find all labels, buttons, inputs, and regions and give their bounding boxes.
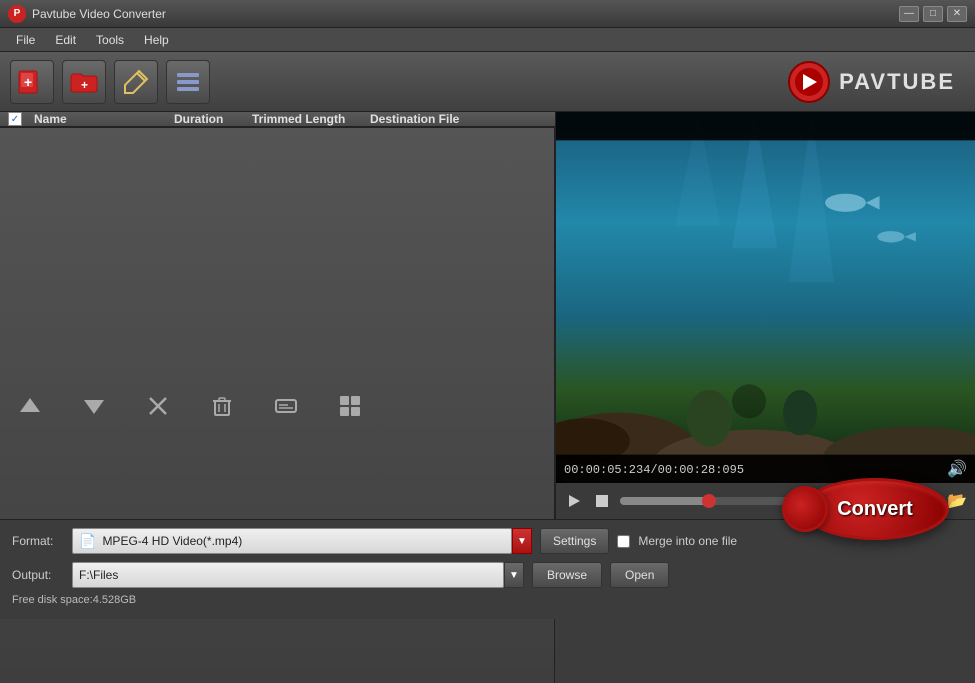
- format-icon: 📄: [79, 533, 96, 550]
- toolbar: + + PAVTUBE: [0, 52, 975, 112]
- minimize-button[interactable]: —: [899, 6, 919, 22]
- file-list-header: ✓ Name Duration Trimmed Length Destinati…: [0, 112, 555, 127]
- header-check: ✓: [0, 112, 30, 126]
- output-path[interactable]: F:\Files: [72, 562, 504, 588]
- menu-tools[interactable]: Tools: [88, 31, 132, 49]
- play-button[interactable]: [564, 493, 584, 509]
- remove-button[interactable]: [144, 392, 172, 420]
- title-left: P Pavtube Video Converter: [8, 5, 166, 23]
- select-all-checkbox[interactable]: ✓: [8, 112, 22, 126]
- video-preview: 00:00:05:234/00:00:28:095 🔊: [556, 112, 975, 483]
- menu-bar: File Edit Tools Help: [0, 28, 975, 52]
- output-dropdown-button[interactable]: ▼: [504, 562, 524, 588]
- format-dropdown-button[interactable]: ▼: [512, 528, 532, 554]
- header-duration: Duration: [170, 112, 248, 126]
- merge-label: Merge into one file: [638, 534, 737, 548]
- video-panel: 00:00:05:234/00:00:28:095 🔊 📷 📂: [556, 112, 975, 519]
- close-button[interactable]: ✕: [947, 6, 967, 22]
- edit-button[interactable]: [114, 60, 158, 104]
- convert-button[interactable]: Convert: [801, 478, 949, 540]
- disk-space-label: Free disk space:4.528GB: [12, 594, 963, 606]
- add-file-button[interactable]: +: [10, 60, 54, 104]
- logo: PAVTUBE: [787, 60, 955, 104]
- browse-button[interactable]: Browse: [532, 562, 602, 588]
- menu-file[interactable]: File: [8, 31, 43, 49]
- move-up-button[interactable]: [16, 392, 44, 420]
- menu-help[interactable]: Help: [136, 31, 177, 49]
- progress-fill: [620, 497, 707, 505]
- header-trimmed-length: Trimmed Length: [248, 112, 366, 126]
- svg-text:+: +: [24, 74, 32, 90]
- time-display: 00:00:05:234/00:00:28:095: [564, 463, 744, 477]
- progress-thumb[interactable]: [702, 494, 716, 508]
- move-down-button[interactable]: [80, 392, 108, 420]
- grid-button[interactable]: [336, 392, 364, 420]
- stop-button[interactable]: [592, 494, 612, 508]
- output-path-value: F:\Files: [79, 568, 118, 582]
- output-row: Output: F:\Files ▼ Browse Open: [12, 562, 963, 588]
- add-folder-button[interactable]: +: [62, 60, 106, 104]
- title-bar: P Pavtube Video Converter — □ ✕: [0, 0, 975, 28]
- maximize-button[interactable]: □: [923, 6, 943, 22]
- open-folder-button[interactable]: 📂: [947, 491, 967, 511]
- bottom-controls: Format: 📄 MPEG-4 HD Video(*.mp4) ▼ Setti…: [0, 519, 975, 619]
- app-icon: P: [8, 5, 26, 23]
- subtitle-button[interactable]: [272, 392, 300, 420]
- open-button[interactable]: Open: [610, 562, 669, 588]
- delete-button[interactable]: [208, 392, 236, 420]
- list-button[interactable]: [166, 60, 210, 104]
- window-title: Pavtube Video Converter: [32, 7, 166, 21]
- svg-text:+: +: [81, 78, 88, 92]
- merge-checkbox-row: Merge into one file: [617, 534, 737, 548]
- output-label: Output:: [12, 568, 64, 582]
- logo-text: PAVTUBE: [839, 69, 955, 95]
- menu-edit[interactable]: Edit: [47, 31, 84, 49]
- header-destination-file: Destination File: [366, 112, 555, 126]
- settings-button[interactable]: Settings: [540, 528, 609, 554]
- file-panel: ✓ Name Duration Trimmed Length Destinati…: [0, 112, 556, 519]
- convert-label: Convert: [837, 498, 913, 521]
- format-value: MPEG-4 HD Video(*.mp4): [102, 534, 242, 548]
- volume-icon[interactable]: 🔊: [947, 459, 967, 479]
- window-controls: — □ ✕: [899, 6, 967, 22]
- format-select[interactable]: 📄 MPEG-4 HD Video(*.mp4): [72, 528, 512, 554]
- header-name: Name: [30, 112, 170, 126]
- format-label: Format:: [12, 534, 64, 548]
- merge-checkbox[interactable]: [617, 535, 630, 548]
- format-row: Format: 📄 MPEG-4 HD Video(*.mp4) ▼ Setti…: [12, 528, 963, 554]
